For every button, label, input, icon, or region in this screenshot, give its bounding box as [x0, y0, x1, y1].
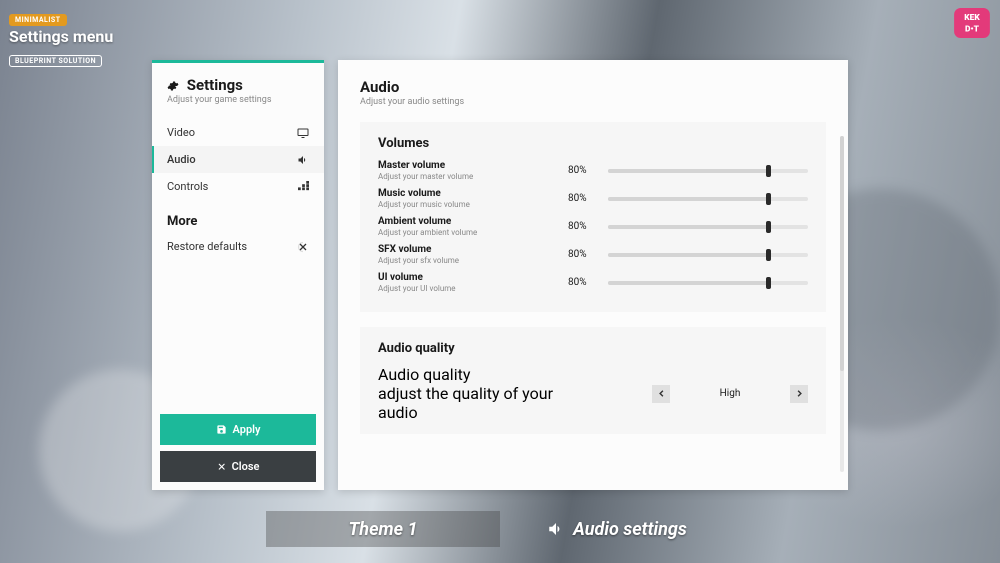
volume-value: 80% [568, 277, 604, 288]
footer-caption: Theme 1 Audio settings [266, 511, 734, 547]
scrollbar-thumb[interactable] [840, 136, 844, 371]
sidebar-item-label: Restore defaults [167, 240, 247, 253]
close-icon [217, 462, 226, 471]
volume-row: Master volumeAdjust your master volume80… [378, 160, 808, 181]
sidebar-title-text: Settings [187, 76, 243, 94]
volume-slider[interactable] [608, 225, 808, 229]
volume-slider[interactable] [608, 169, 808, 173]
speaker-icon [547, 520, 565, 538]
volume-value: 80% [568, 193, 604, 204]
volume-row: Music volumeAdjust your music volume80% [378, 188, 808, 209]
volumes-heading: Volumes [378, 136, 808, 151]
slider-thumb[interactable] [766, 193, 771, 205]
volume-desc: Adjust your master volume [378, 172, 568, 181]
volume-value: 80% [568, 249, 604, 260]
volume-name: UI volume [378, 272, 568, 283]
sidebar-item-restore-defaults[interactable]: Restore defaults [152, 233, 324, 260]
header-badges: MINIMALIST Settings menu BLUEPRINT SOLUT… [9, 7, 113, 67]
quality-prev-button[interactable] [652, 385, 670, 403]
volume-desc: Adjust your ambient volume [378, 228, 568, 237]
volume-desc: Adjust your sfx volume [378, 256, 568, 265]
audio-quality-panel: Audio quality Audio quality adjust the q… [360, 327, 826, 434]
apply-button[interactable]: Apply [160, 414, 316, 445]
volume-row: UI volumeAdjust your UI volume80% [378, 272, 808, 293]
volumes-panel: Volumes Master volumeAdjust your master … [360, 122, 826, 312]
save-icon [216, 424, 227, 435]
sidebar-item-controls[interactable]: Controls [152, 173, 324, 200]
content-title: Audio [360, 78, 826, 96]
content-scrollbar[interactable] [840, 136, 844, 472]
volume-slider[interactable] [608, 281, 808, 285]
gear-icon [167, 80, 179, 92]
quality-next-button[interactable] [790, 385, 808, 403]
volume-desc: Adjust your UI volume [378, 284, 568, 293]
caption-theme: Theme 1 [266, 511, 500, 547]
volume-desc: Adjust your music volume [378, 200, 568, 209]
svg-text:D•T: D•T [965, 24, 980, 34]
volume-slider[interactable] [608, 197, 808, 201]
reset-icon [297, 241, 309, 253]
quality-desc: adjust the quality of your audio [378, 384, 568, 422]
slider-thumb[interactable] [766, 165, 771, 177]
settings-content: Audio Adjust your audio settings Volumes… [338, 60, 848, 490]
close-label: Close [232, 460, 260, 473]
grid-icon [297, 181, 309, 193]
product-title: Settings menu [9, 27, 113, 46]
audio-quality-heading: Audio quality [378, 341, 808, 356]
volume-name: Ambient volume [378, 216, 568, 227]
sidebar-item-label: Audio [167, 153, 196, 166]
sidebar-item-label: Controls [167, 180, 208, 193]
more-section-label: More [152, 200, 324, 233]
sidebar-item-video[interactable]: Video [152, 119, 324, 146]
quality-name: Audio quality [378, 365, 568, 384]
quality-stepper[interactable]: High [568, 385, 808, 403]
volume-row: Ambient volumeAdjust your ambient volume… [378, 216, 808, 237]
quality-value: High [670, 388, 790, 399]
svg-text:KEK: KEK [964, 13, 980, 23]
slider-thumb[interactable] [766, 277, 771, 289]
slider-thumb[interactable] [766, 221, 771, 233]
sidebar-title: Settings [167, 76, 309, 94]
sidebar-item-audio[interactable]: Audio [152, 146, 324, 173]
sidebar-subtitle: Adjust your game settings [167, 95, 309, 105]
volume-name: Music volume [378, 188, 568, 199]
volume-name: Master volume [378, 160, 568, 171]
volume-name: SFX volume [378, 244, 568, 255]
close-button[interactable]: Close [160, 451, 316, 482]
blueprint-chip: BLUEPRINT SOLUTION [9, 55, 102, 67]
sidebar-item-label: Video [167, 126, 195, 139]
slider-thumb[interactable] [766, 249, 771, 261]
volume-slider[interactable] [608, 253, 808, 257]
minimalist-chip: MINIMALIST [9, 14, 67, 26]
volume-value: 80% [568, 165, 604, 176]
volume-row: SFX volumeAdjust your sfx volume80% [378, 244, 808, 265]
speaker-icon [297, 154, 309, 166]
volume-value: 80% [568, 221, 604, 232]
monitor-icon [297, 127, 309, 139]
caption-page: Audio settings [500, 511, 734, 547]
settings-sidebar: Settings Adjust your game settings Video… [152, 60, 324, 490]
content-subtitle: Adjust your audio settings [360, 97, 826, 107]
kekdot-logo: KEKD•T [953, 7, 991, 39]
apply-label: Apply [233, 423, 261, 436]
